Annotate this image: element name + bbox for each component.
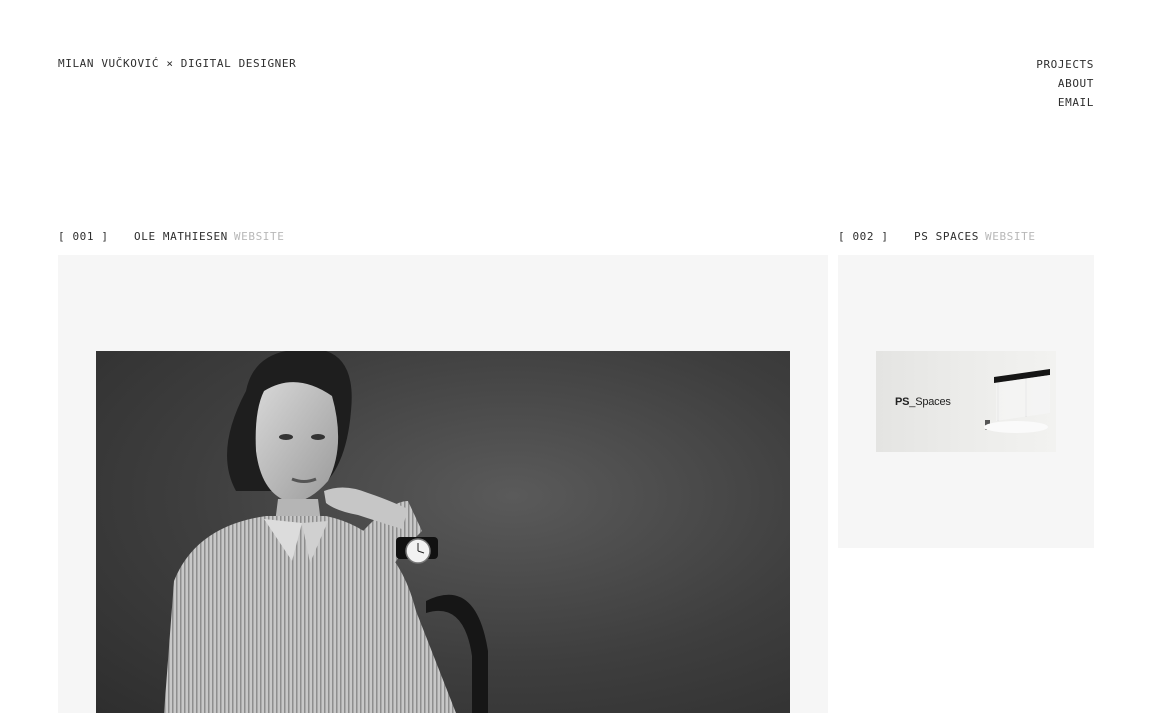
logo-rest: _Spaces [909,396,951,408]
project-label-001[interactable]: [ 001 ] OLE MATHIESEN WEBSITE [58,230,284,243]
main-nav: PROJECTS ABOUT EMAIL [1036,57,1094,114]
ps-spaces-thumbnail: PS_Spaces [876,351,1056,452]
project-number: [ 001 ] [58,230,109,243]
project-type: WEBSITE [233,230,285,243]
project-name: OLE MATHIESEN [134,230,228,243]
project-card-ps-spaces[interactable]: PS_Spaces [838,255,1094,548]
project-label-002[interactable]: [ 002 ] PS SPACES WEBSITE [838,230,1036,243]
project-name: PS SPACES [914,230,980,243]
project-card-ole-mathiesen[interactable] [58,255,828,713]
portrait-photo [96,351,790,713]
site-title[interactable]: MILAN VUČKOVIĆ × DIGITAL DESIGNER [58,57,296,70]
logo-bold: PS [895,396,910,408]
nav-email[interactable]: EMAIL [1036,91,1094,114]
project-type: WEBSITE [985,230,1036,243]
ps-spaces-logo: PS_Spaces [895,396,951,408]
project-number: [ 002 ] [838,230,889,243]
